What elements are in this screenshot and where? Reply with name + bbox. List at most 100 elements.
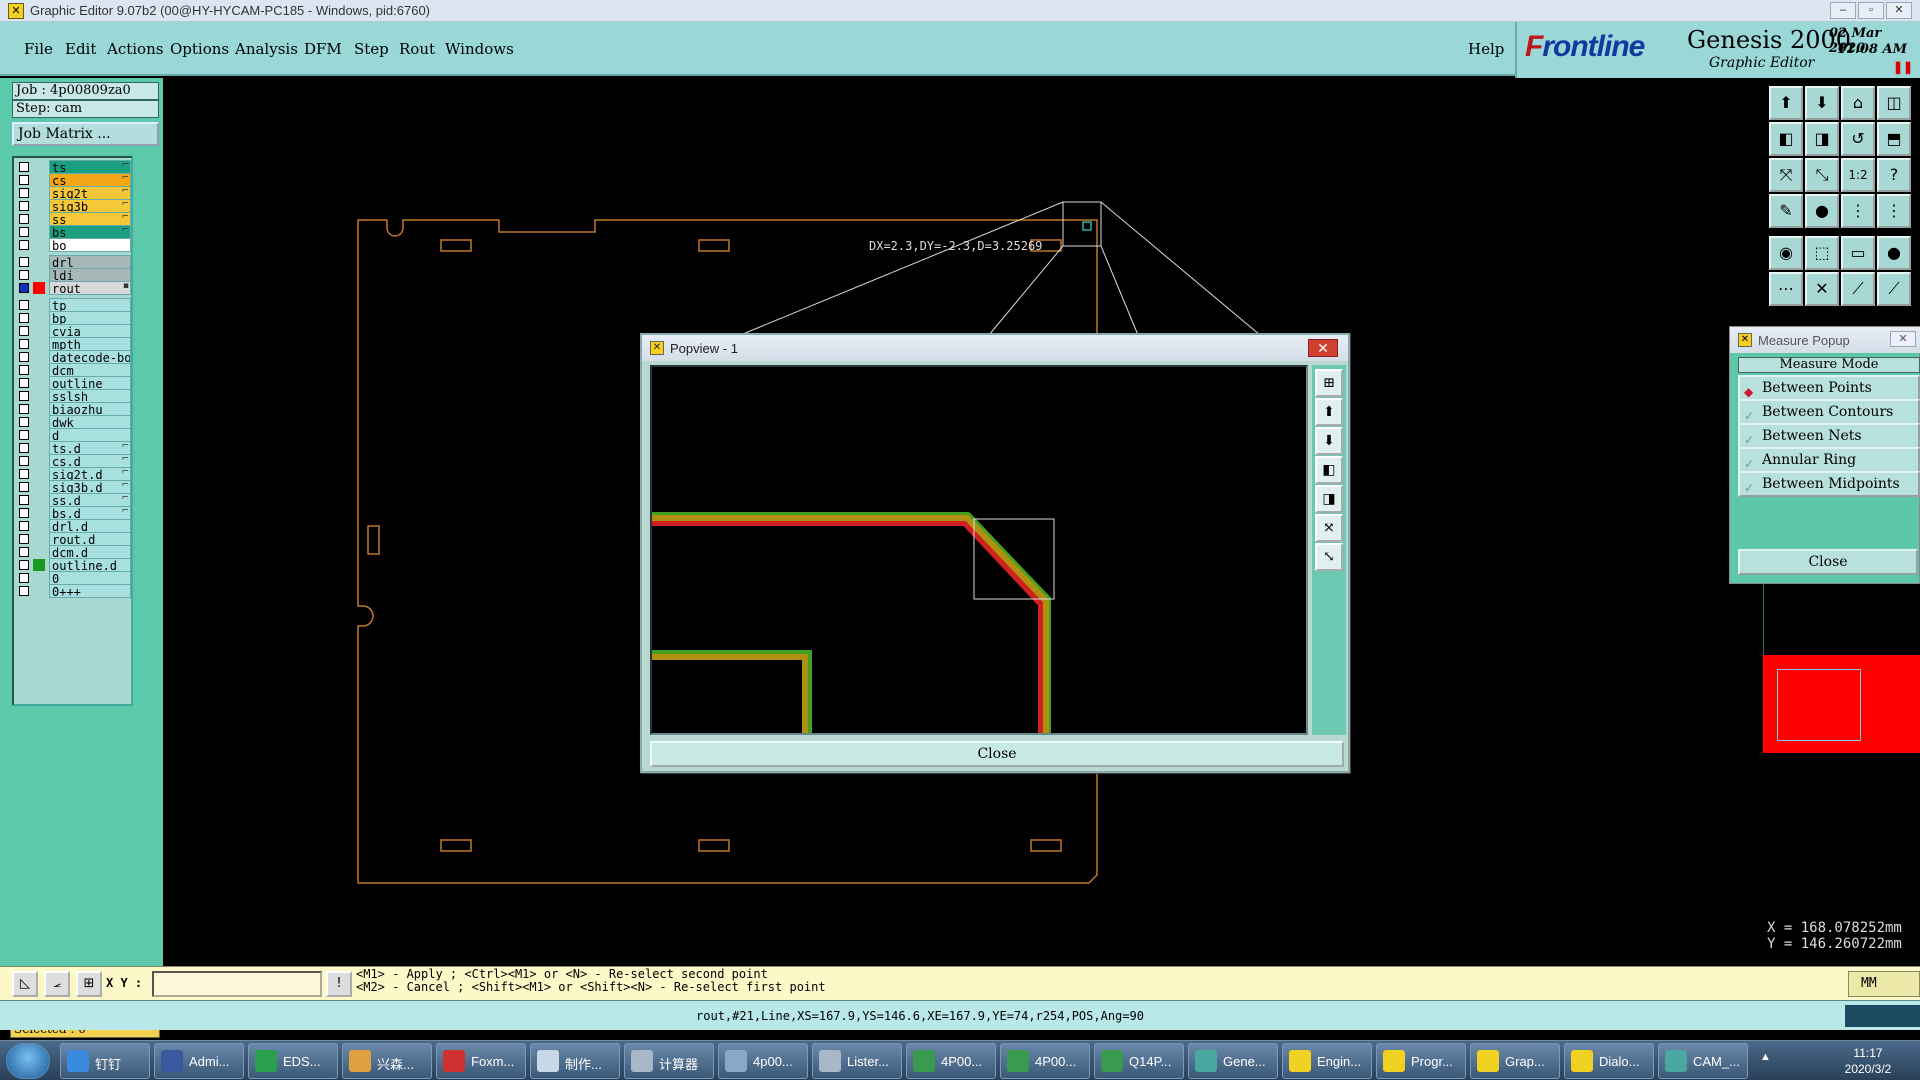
- menu-help[interactable]: Help: [1468, 40, 1504, 58]
- layer-name[interactable]: sig2t: [49, 186, 131, 200]
- layer-checkbox[interactable]: [19, 365, 29, 375]
- layer-name[interactable]: dcm.d: [49, 545, 131, 559]
- taskbar-item[interactable]: Engin...: [1282, 1043, 1372, 1079]
- pause-icon[interactable]: ❚❚: [1893, 60, 1913, 74]
- layer-name[interactable]: ts.d: [49, 441, 131, 455]
- taskbar-item[interactable]: 4p00...: [718, 1043, 808, 1079]
- tray-expand-icon[interactable]: ▲: [1760, 1051, 1771, 1063]
- popview-tool-button[interactable]: ⤧: [1315, 514, 1343, 542]
- tool-button[interactable]: ⤧: [1769, 158, 1803, 192]
- layer-row[interactable]: datecode-bo: [16, 350, 131, 364]
- tool-button[interactable]: ✕: [1805, 272, 1839, 306]
- layer-row[interactable]: sig2t.d ⌐: [16, 467, 131, 481]
- tool-button[interactable]: ◉: [1769, 236, 1803, 270]
- tool-button[interactable]: ●: [1877, 236, 1911, 270]
- tool-button[interactable]: ●: [1805, 194, 1839, 228]
- layer-row[interactable]: 0: [16, 571, 131, 585]
- taskbar-item[interactable]: 4P00...: [906, 1043, 996, 1079]
- layer-row[interactable]: dcm: [16, 363, 131, 377]
- menu-rout[interactable]: Rout: [399, 40, 435, 58]
- measure-option[interactable]: ✓ Between Midpoints: [1738, 471, 1920, 497]
- layer-name[interactable]: outline: [49, 376, 131, 390]
- layer-name[interactable]: tp: [49, 298, 131, 312]
- layer-name[interactable]: 0+++: [49, 584, 131, 598]
- layer-row[interactable]: cs ⌐: [16, 173, 131, 187]
- popview-tool-button[interactable]: ⬆: [1315, 398, 1343, 426]
- layer-row[interactable]: outline: [16, 376, 131, 390]
- layer-checkbox[interactable]: [19, 188, 29, 198]
- layer-name[interactable]: cvia: [49, 324, 131, 338]
- layer-name[interactable]: sslsh: [49, 389, 131, 403]
- menu-actions[interactable]: Actions: [107, 40, 163, 58]
- layer-row[interactable]: biaozhu: [16, 402, 131, 416]
- tool-button[interactable]: ⬇: [1805, 86, 1839, 120]
- taskbar-item[interactable]: EDS...: [248, 1043, 338, 1079]
- layer-name[interactable]: mpth: [49, 337, 131, 351]
- layer-name[interactable]: cs: [49, 173, 131, 187]
- measure-option[interactable]: ◆ Between Points: [1738, 375, 1920, 401]
- taskbar-item[interactable]: Progr...: [1376, 1043, 1466, 1079]
- taskbar-item[interactable]: 制作...: [530, 1043, 620, 1079]
- layer-name[interactable]: 0: [49, 571, 131, 585]
- tool-button[interactable]: 1:2: [1841, 158, 1875, 192]
- layer-row[interactable]: tp: [16, 298, 131, 312]
- layer-row[interactable]: mpth: [16, 337, 131, 351]
- taskbar-item[interactable]: Q14P...: [1094, 1043, 1184, 1079]
- taskbar-item[interactable]: 兴森...: [342, 1043, 432, 1079]
- layer-checkbox[interactable]: [19, 443, 29, 453]
- layer-name[interactable]: rout: [49, 281, 131, 295]
- layer-checkbox[interactable]: [19, 404, 29, 414]
- layer-row[interactable]: rout ▪: [16, 281, 131, 295]
- layer-checkbox[interactable]: [19, 162, 29, 172]
- tool-button[interactable]: ↺: [1841, 122, 1875, 156]
- tool-button[interactable]: ⬒: [1877, 122, 1911, 156]
- layer-row[interactable]: sig3b.d ⌐: [16, 480, 131, 494]
- layer-row[interactable]: ts ⌐: [16, 160, 131, 174]
- layer-name[interactable]: dcm: [49, 363, 131, 377]
- popview-tool-button[interactable]: ◧: [1315, 456, 1343, 484]
- popview-tool-button[interactable]: ⬇: [1315, 427, 1343, 455]
- layer-checkbox[interactable]: [19, 326, 29, 336]
- layer-row[interactable]: bp: [16, 311, 131, 325]
- angle-tool-button[interactable]: ⦟: [44, 971, 70, 997]
- layer-checkbox[interactable]: [19, 391, 29, 401]
- minimize-button[interactable]: ‒: [1830, 2, 1856, 19]
- layer-checkbox[interactable]: [19, 227, 29, 237]
- layer-checkbox[interactable]: [19, 175, 29, 185]
- tool-button[interactable]: ⋮: [1841, 194, 1875, 228]
- layer-checkbox[interactable]: [19, 352, 29, 362]
- layer-checkbox[interactable]: [19, 495, 29, 505]
- layer-name[interactable]: bs: [49, 225, 131, 239]
- clock[interactable]: 11:17 2020/3/2: [1820, 1045, 1916, 1077]
- tool-button[interactable]: ⌂: [1841, 86, 1875, 120]
- layer-name[interactable]: ldi: [49, 268, 131, 282]
- layer-checkbox[interactable]: [19, 482, 29, 492]
- layer-row[interactable]: drl: [16, 255, 131, 269]
- layer-name[interactable]: ts: [49, 160, 131, 174]
- layer-checkbox[interactable]: [19, 417, 29, 427]
- layer-checkbox[interactable]: [19, 257, 29, 267]
- layer-checkbox[interactable]: [19, 534, 29, 544]
- menu-options[interactable]: Options: [170, 40, 229, 58]
- layer-row[interactable]: cs.d ⌐: [16, 454, 131, 468]
- tool-button[interactable]: ▭: [1841, 236, 1875, 270]
- measure-option[interactable]: ✓ Annular Ring: [1738, 447, 1920, 473]
- layer-row[interactable]: outline.d: [16, 558, 131, 572]
- grid-tool-button[interactable]: ⊞: [76, 971, 102, 997]
- tool-button[interactable]: ?: [1877, 158, 1911, 192]
- layer-checkbox[interactable]: [19, 270, 29, 280]
- menu-step[interactable]: Step: [354, 40, 389, 58]
- layer-checkbox[interactable]: [19, 456, 29, 466]
- layer-name[interactable]: rout.d: [49, 532, 131, 546]
- popview-tool-button[interactable]: ⤡: [1315, 543, 1343, 571]
- layer-checkbox[interactable]: [19, 586, 29, 596]
- taskbar-item[interactable]: Gene...: [1188, 1043, 1278, 1079]
- taskbar-item[interactable]: 钉钉: [60, 1043, 150, 1079]
- close-window-button[interactable]: ✕: [1886, 2, 1912, 19]
- measure-close-button[interactable]: Close: [1738, 549, 1918, 575]
- taskbar-item[interactable]: Lister...: [812, 1043, 902, 1079]
- snap-tool-button[interactable]: ◺: [12, 971, 38, 997]
- tool-button[interactable]: ⟋: [1841, 272, 1875, 306]
- layer-row[interactable]: d: [16, 428, 131, 442]
- layer-row[interactable]: ss.d ⌐: [16, 493, 131, 507]
